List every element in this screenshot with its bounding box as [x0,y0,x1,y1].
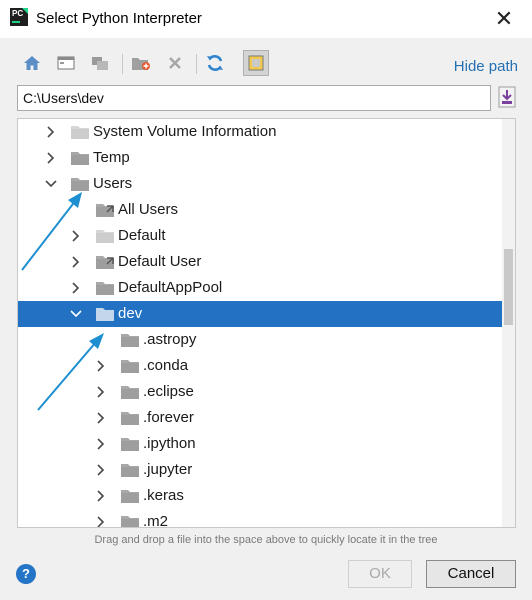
scrollbar-thumb[interactable] [504,249,513,325]
tree-row-label: .m2 [143,513,169,528]
chevron-right-icon[interactable] [69,281,83,295]
folder-icon [70,125,90,140]
folder-icon [95,229,115,244]
window-title: Select Python Interpreter [36,10,202,27]
tree-row-label: All Users [118,201,179,218]
project-icon[interactable] [87,50,113,76]
chevron-right-icon[interactable] [94,385,108,399]
folder-icon [120,385,140,400]
desktop-icon[interactable] [53,50,79,76]
tree-row-label: Temp [93,149,130,166]
folder-shortcut-icon [95,203,115,218]
refresh-icon[interactable] [202,50,228,76]
cancel-button[interactable]: Cancel [426,560,516,588]
folder-icon [95,307,115,322]
chevron-right-icon[interactable] [94,515,108,527]
tree-row-label: .ipython [143,435,196,452]
tree-row[interactable]: Default User [18,249,502,275]
history-dropdown-icon[interactable] [498,86,516,108]
tree-row[interactable]: dev [18,301,502,327]
tree-row[interactable]: .eclipse [18,379,502,405]
show-hidden-icon[interactable] [243,50,269,76]
folder-icon [120,359,140,374]
path-input[interactable] [17,85,491,111]
tree-row[interactable]: Temp [18,145,502,171]
tree-row-label: .keras [143,487,184,504]
ok-button[interactable]: OK [348,560,412,588]
tree-row-label: System Volume Information [93,123,277,140]
tree-row[interactable]: Default [18,223,502,249]
folder-icon [120,463,140,478]
chevron-right-icon[interactable] [94,437,108,451]
toolbar-separator [122,54,123,74]
tree-row[interactable]: .ipython [18,431,502,457]
tree-row-label: Users [93,175,133,192]
tree-row-label: .forever [143,409,194,426]
folder-icon [120,437,140,452]
tree-row[interactable]: DefaultAppPool [18,275,502,301]
tree-row-label: .jupyter [143,461,193,478]
new-folder-icon[interactable] [128,50,154,76]
file-tree[interactable]: System Volume Information Temp Users All Us… [17,118,516,528]
tree-row[interactable]: Users [18,171,502,197]
tree-row[interactable]: .jupyter [18,457,502,483]
chevron-right-icon[interactable] [94,359,108,373]
tree-row-label: .eclipse [143,383,194,400]
tree-row-label: DefaultAppPool [118,279,223,296]
folder-shortcut-icon [95,255,115,270]
folder-icon [120,515,140,527]
folder-icon [120,489,140,504]
chevron-right-icon[interactable] [94,463,108,477]
tree-row[interactable]: System Volume Information [18,119,502,145]
tree-row-label: Default User [118,253,202,270]
close-icon[interactable]: ✕ [487,4,521,34]
tree-row[interactable]: .forever [18,405,502,431]
folder-icon [95,281,115,296]
tree-row[interactable]: All Users [18,197,502,223]
chevron-right-icon[interactable] [69,255,83,269]
home-icon[interactable] [19,50,45,76]
pycharm-icon: PC [10,8,28,26]
folder-icon [120,411,140,426]
drag-drop-hint: Drag and drop a file into the space abov… [94,534,438,546]
chevron-right-icon[interactable] [44,151,58,165]
tree-scrollbar[interactable] [502,119,515,527]
chevron-down-icon[interactable] [44,177,58,191]
chevron-right-icon[interactable] [94,489,108,503]
toolbar-separator [196,54,197,74]
chevron-right-icon[interactable] [69,229,83,243]
tree-row-label: Default [118,227,166,244]
tree-row[interactable]: .keras [18,483,502,509]
hide-path-link[interactable]: Hide path [454,58,518,75]
tree-row[interactable]: .conda [18,353,502,379]
help-button[interactable]: ? [16,564,36,584]
toolbar: Hide path [0,46,532,80]
folder-icon [70,151,90,166]
folder-icon [120,333,140,348]
chevron-right-icon[interactable] [94,411,108,425]
chevron-down-icon[interactable] [69,307,83,321]
folder-icon [70,177,90,192]
tree-row[interactable]: .m2 [18,509,502,528]
tree-row[interactable]: .astropy [18,327,502,353]
chevron-right-icon[interactable] [44,125,58,139]
title-bar: PC Select Python Interpreter ✕ [0,0,532,38]
tree-row-label: .conda [143,357,189,374]
delete-icon[interactable] [162,50,188,76]
tree-row-label: .astropy [143,331,197,348]
tree-row-label: dev [118,305,143,322]
